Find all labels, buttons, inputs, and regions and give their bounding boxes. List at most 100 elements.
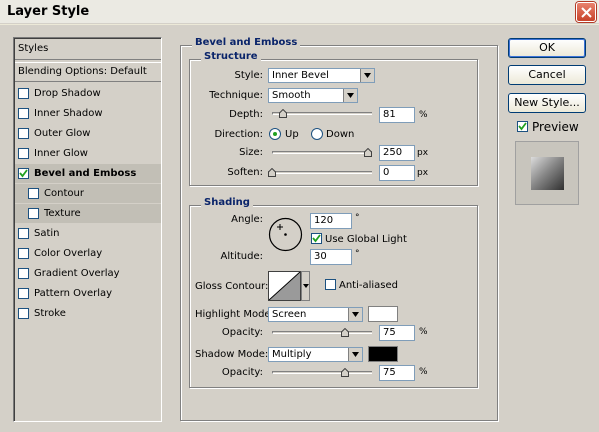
cancel-button[interactable]: Cancel [508,65,586,85]
preview-checkbox[interactable] [517,121,528,132]
shading-title: Shading [201,197,253,208]
direction-down-label: Down [326,129,355,140]
slider-thumb[interactable] [341,367,349,377]
style-item-texture[interactable]: Texture [15,204,161,223]
chevron-down-icon [343,89,357,102]
shadow-mode-value: Multiply [272,349,312,360]
blending-options[interactable]: Blending Options: Default [15,62,161,82]
style-item-drop-shadow[interactable]: Drop Shadow [18,84,161,103]
light-crosshair-icon [277,224,283,230]
style-item-color-overlay[interactable]: Color Overlay [18,244,161,263]
ok-button[interactable]: OK [508,38,586,58]
depth-label: Depth: [229,109,263,120]
preview-swatch [531,157,564,190]
angle-input[interactable]: 120 [310,213,352,229]
style-item-label: Texture [44,208,81,219]
inner-shadow-checkbox[interactable] [18,108,29,119]
drop-shadow-checkbox[interactable] [18,88,29,99]
altitude-input[interactable]: 30 [310,249,352,265]
size-slider[interactable] [272,147,372,157]
preview-thumbnail [515,141,579,205]
style-item-contour[interactable]: Contour [15,184,161,203]
shadow-mode-dropdown[interactable]: Multiply [268,347,363,362]
style-item-label: Stroke [34,308,66,319]
anti-aliased-checkbox[interactable] [325,279,336,290]
slider-thumb[interactable] [279,108,287,118]
slider-thumb[interactable] [268,167,276,177]
use-global-light-checkbox[interactable] [311,233,322,244]
use-global-light-label: Use Global Light [325,234,407,245]
gloss-contour-label: Gloss Contour: [195,281,269,292]
highlight-mode-dropdown[interactable]: Screen [268,307,363,322]
shadow-opacity-slider[interactable] [272,367,372,377]
direction-up-radio[interactable] [269,128,281,140]
style-item-label: Contour [44,188,84,199]
gloss-contour-preview[interactable] [268,271,301,301]
size-unit: px [417,148,429,158]
gloss-contour-dropdown[interactable] [301,271,310,301]
shadow-opacity-label: Opacity: [221,367,263,378]
style-item-inner-glow[interactable]: Inner Glow [18,144,161,163]
style-item-label: Outer Glow [34,128,91,139]
soften-unit: px [417,168,429,178]
inner-glow-checkbox[interactable] [18,148,29,159]
direction-down-radio[interactable] [311,128,323,140]
shadow-color-swatch[interactable] [368,346,398,362]
technique-value: Smooth [272,90,311,101]
chevron-down-icon [303,284,309,288]
color-overlay-checkbox[interactable] [18,248,29,259]
style-item-label: Satin [34,228,60,239]
outer-glow-checkbox[interactable] [18,128,29,139]
soften-label: Soften: [227,167,263,178]
style-dropdown[interactable]: Inner Bevel [268,68,375,83]
style-label: Style: [234,70,264,81]
highlight-opacity-input[interactable]: 75 [379,325,415,341]
window-title: Layer Style [7,4,90,19]
size-label: Size: [239,147,263,158]
stroke-checkbox[interactable] [18,308,29,319]
style-item-pattern-overlay[interactable]: Pattern Overlay [18,284,161,303]
chevron-down-icon [360,69,374,82]
angle-dial[interactable] [268,217,303,252]
style-item-gradient-overlay[interactable]: Gradient Overlay [18,264,161,283]
depth-slider[interactable] [272,108,372,118]
angle-degree: ° [355,213,360,223]
pattern-overlay-checkbox[interactable] [18,288,29,299]
style-item-inner-shadow[interactable]: Inner Shadow [18,104,161,123]
chevron-down-icon [348,308,362,321]
direction-up-label: Up [285,129,299,140]
title-bar: Layer Style [0,0,599,24]
highlight-opacity-slider[interactable] [272,327,372,337]
style-item-bevel-emboss[interactable]: Bevel and Emboss [15,164,161,183]
style-item-stroke[interactable]: Stroke [18,304,161,323]
style-item-label: Inner Shadow [34,108,103,119]
technique-label: Technique: [209,90,263,101]
style-item-label: Drop Shadow [34,88,101,99]
styles-header[interactable]: Styles [15,40,161,60]
texture-checkbox[interactable] [28,208,39,219]
highlight-color-swatch[interactable] [368,306,398,322]
depth-unit: % [419,110,428,120]
soften-input[interactable]: 0 [379,165,415,181]
gradient-overlay-checkbox[interactable] [18,268,29,279]
slider-thumb[interactable] [341,327,349,337]
slider-thumb[interactable] [364,147,372,157]
soften-slider[interactable] [268,167,372,177]
style-item-satin[interactable]: Satin [18,224,161,243]
styles-panel: Styles Blending Options: Default Drop Sh… [13,37,162,422]
size-input[interactable]: 250 [379,145,415,161]
bevel-emboss-checkbox[interactable] [18,168,29,179]
style-value: Inner Bevel [272,70,329,81]
chevron-down-icon [348,348,362,361]
new-style-button[interactable]: New Style... [508,93,586,113]
contour-checkbox[interactable] [28,188,39,199]
shadow-mode-label: Shadow Mode: [195,349,269,360]
technique-dropdown[interactable]: Smooth [268,88,358,103]
style-item-outer-glow[interactable]: Outer Glow [18,124,161,143]
preview-label: Preview [532,120,579,134]
satin-checkbox[interactable] [18,228,29,239]
close-button[interactable] [576,2,596,22]
shadow-opacity-input[interactable]: 75 [379,365,415,381]
depth-input[interactable]: 81 [379,107,415,123]
close-icon [581,7,592,18]
